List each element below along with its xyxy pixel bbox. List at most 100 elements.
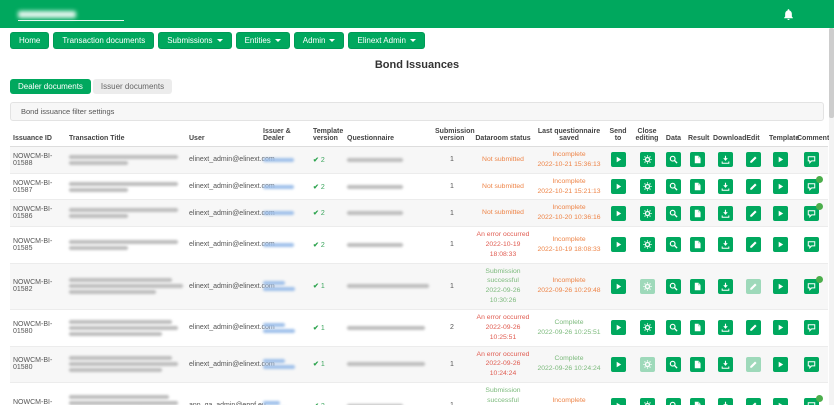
template-button[interactable] <box>773 179 788 194</box>
issuer-dealer-cell[interactable] <box>260 147 310 174</box>
data-button[interactable] <box>666 320 681 335</box>
close-editing-button[interactable] <box>640 398 655 405</box>
result-button[interactable] <box>690 320 705 335</box>
download-button[interactable] <box>718 237 733 252</box>
send-to-button[interactable] <box>611 179 626 194</box>
data-button[interactable] <box>666 206 681 221</box>
result-cell <box>685 263 710 309</box>
filter-settings-panel[interactable]: Bond issuance filter settings <box>10 102 824 121</box>
download-button[interactable] <box>718 398 733 405</box>
send-to-button[interactable] <box>611 279 626 294</box>
comments-cell <box>794 200 828 227</box>
nav-item-home[interactable]: Home <box>10 32 49 49</box>
app-logo[interactable] <box>18 7 124 21</box>
send-to-button[interactable] <box>611 152 626 167</box>
send-to-button[interactable] <box>611 357 626 372</box>
submission-version-cell: 1 <box>432 227 472 264</box>
send-to-button[interactable] <box>611 237 626 252</box>
grid-menu-icon[interactable] <box>807 8 820 21</box>
data-button[interactable] <box>666 152 681 167</box>
download-button[interactable] <box>718 206 733 221</box>
comments-button[interactable] <box>804 398 819 405</box>
comments-button[interactable] <box>804 357 819 372</box>
download-button[interactable] <box>718 152 733 167</box>
user-cell: elinext_admin@elinext.com <box>186 147 260 174</box>
download-button[interactable] <box>718 179 733 194</box>
comments-button[interactable] <box>804 279 819 294</box>
template-button[interactable] <box>773 237 788 252</box>
comment-icon <box>807 323 816 332</box>
result-button[interactable] <box>690 179 705 194</box>
data-button[interactable] <box>666 179 681 194</box>
dataroom-status-cell: An error occurred2022-09-26 10:24:24 <box>472 346 534 383</box>
close-editing-button[interactable] <box>640 206 655 221</box>
edit-button[interactable] <box>746 206 761 221</box>
edit-button[interactable] <box>746 237 761 252</box>
result-button[interactable] <box>690 357 705 372</box>
template-button[interactable] <box>773 279 788 294</box>
comments-button[interactable] <box>804 152 819 167</box>
nav-item-transaction-documents[interactable]: Transaction documents <box>53 32 154 49</box>
result-button[interactable] <box>690 398 705 405</box>
template-button[interactable] <box>773 357 788 372</box>
nav-item-entities[interactable]: Entities <box>236 32 290 49</box>
issuer-dealer-cell[interactable] <box>260 383 310 405</box>
last-saved-cell: Incomplete2022-09-12 17:46:24 <box>534 383 604 405</box>
download-icon <box>721 360 730 369</box>
close-editing-button[interactable] <box>640 152 655 167</box>
comments-button[interactable] <box>804 237 819 252</box>
transaction-title-cell <box>66 309 186 346</box>
checkmark-icon: ✔ <box>313 157 319 164</box>
send-to-button[interactable] <box>611 320 626 335</box>
result-button[interactable] <box>690 206 705 221</box>
close-editing-button[interactable] <box>640 320 655 335</box>
close-editing-button[interactable] <box>640 179 655 194</box>
bell-icon[interactable] <box>782 8 795 21</box>
table-row: NOWCM-BI-01587elinext_admin@elinext.com✔… <box>10 173 828 200</box>
comments-button[interactable] <box>804 179 819 194</box>
edit-cell <box>740 227 766 264</box>
nav-item-elinext-admin[interactable]: Elinext Admin <box>348 32 424 49</box>
send-to-button[interactable] <box>611 206 626 221</box>
table-row: NOWCM-BI-01588elinext_admin@elinext.com✔… <box>10 147 828 174</box>
tab-dealer-documents[interactable]: Dealer documents <box>10 79 91 94</box>
tab-issuer-documents[interactable]: Issuer documents <box>93 79 172 94</box>
template-button[interactable] <box>773 398 788 405</box>
data-button[interactable] <box>666 237 681 252</box>
edit-button <box>746 357 761 372</box>
scrollbar-thumb[interactable] <box>829 28 834 118</box>
result-button[interactable] <box>690 152 705 167</box>
send-to-button[interactable] <box>611 398 626 405</box>
redacted-text-bar <box>69 284 183 288</box>
redacted-text-bar <box>263 365 295 369</box>
template-button[interactable] <box>773 206 788 221</box>
template-button[interactable] <box>773 152 788 167</box>
comments-button[interactable] <box>804 206 819 221</box>
comments-cell <box>794 263 828 309</box>
edit-button[interactable] <box>746 152 761 167</box>
issuer-dealer-cell[interactable] <box>260 173 310 200</box>
download-button[interactable] <box>718 320 733 335</box>
magnifier-icon <box>669 323 678 332</box>
data-button[interactable] <box>666 398 681 405</box>
data-button[interactable] <box>666 279 681 294</box>
data-button[interactable] <box>666 357 681 372</box>
result-button[interactable] <box>690 279 705 294</box>
result-button[interactable] <box>690 237 705 252</box>
comments-button[interactable] <box>804 320 819 335</box>
edit-button[interactable] <box>746 179 761 194</box>
nav-item-admin[interactable]: Admin <box>294 32 345 49</box>
nav-item-submissions[interactable]: Submissions <box>158 32 231 49</box>
edit-button[interactable] <box>746 320 761 335</box>
issuer-dealer-cell[interactable] <box>260 200 310 227</box>
scrollbar[interactable] <box>829 28 834 405</box>
download-button[interactable] <box>718 357 733 372</box>
close-editing-cell <box>632 263 662 309</box>
download-cell <box>710 147 740 174</box>
edit-button[interactable] <box>746 398 761 405</box>
pencil-icon <box>749 401 758 405</box>
close-editing-button[interactable] <box>640 237 655 252</box>
template-button[interactable] <box>773 320 788 335</box>
download-button[interactable] <box>718 279 733 294</box>
issuer-dealer-cell[interactable] <box>260 227 310 264</box>
